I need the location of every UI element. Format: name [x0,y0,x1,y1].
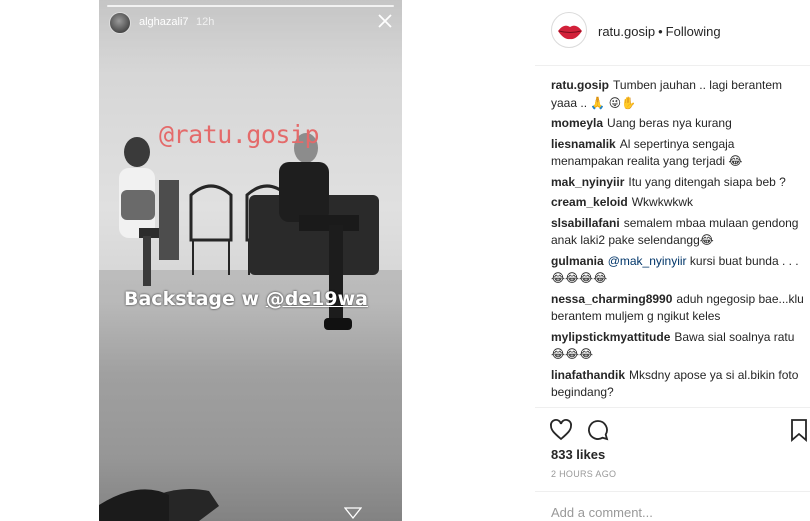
comment-username[interactable]: gulmania [551,254,604,268]
comment-username[interactable]: liesnamalik [551,137,616,151]
header-separator: • [658,24,663,39]
story-progress-bar [107,5,394,7]
story-avatar[interactable] [109,12,131,34]
likes-count[interactable]: 833 likes [551,447,605,462]
story-caption-text: Backstage w [124,288,266,310]
comment-username[interactable]: nessa_charming8990 [551,292,672,306]
comment-item: ratu.gosip Tumben jauhan .. lagi berantem… [551,77,810,112]
comment-text: Itu yang ditengah siapa beb ? [628,174,786,189]
heart-icon[interactable] [549,418,573,442]
comment-text: Wkwkwkwk [631,195,694,209]
comment-item: mak_nyinyiir Itu yang ditengah siapa beb … [551,174,810,192]
comment-username[interactable]: mylipstickmyattitude [551,330,670,344]
page-margin [0,0,99,521]
header-username[interactable]: ratu.gosip [598,24,655,39]
lips-logo-icon [558,25,582,40]
story-time: 12h [196,16,215,28]
comment-item: gulmania @mak_nyinyiir kursi buat bunda .… [551,253,810,288]
comment-username[interactable]: ratu.gosip [551,78,609,92]
comment-username[interactable]: linafathandik [551,368,625,382]
close-icon[interactable] [376,12,394,30]
post-header: ratu.gosip • Following [535,0,810,66]
comment-username[interactable]: momeyla [551,116,603,130]
comment-username[interactable]: slsabillafani [551,216,620,230]
comment-item: mylipstickmyattitude Bawa sial soalnya ra… [551,329,810,364]
comment-text: Uang beras nya kurang [607,116,732,130]
story-caption: Backstage w @de19wa [124,288,368,310]
backstage-scene [99,0,402,521]
bookmark-icon[interactable] [787,418,810,442]
comment-item: liesnamalik Al sepertinya sengaja menampa… [551,136,810,171]
add-comment-input[interactable] [551,502,791,521]
instagram-post-page: alghazali7 12h @ratu.gosip Backstage w @… [0,0,810,521]
story-username[interactable]: alghazali7 [139,16,189,28]
comment-item: slsabillafani semalem mbaa mulaan gendong… [551,215,810,250]
story-caption-mention: @de19wa [265,288,368,310]
comment-item: cream_keloid Wkwkwkwk [551,194,810,212]
post-timestamp: 2 HOURS AGO [551,469,617,479]
following-button[interactable]: Following [666,24,721,39]
comment-mention[interactable]: @mak_nyinyiir [608,254,687,268]
comments-list[interactable]: ratu.gosip Tumben jauhan .. lagi berantem… [551,77,810,407]
watermark-text: @ratu.gosip [159,120,320,149]
post-sidebar: ratu.gosip • Following ratu.gosip Tumben ja… [535,0,810,521]
comment-bubble-icon[interactable] [586,418,610,442]
post-actions: 833 likes 2 HOURS AGO [535,407,810,521]
header-user-line: ratu.gosip • Following [598,24,721,39]
profile-avatar[interactable] [551,12,587,48]
comment-username[interactable]: cream_keloid [551,195,628,209]
divider [535,491,810,492]
post-image[interactable]: alghazali7 12h @ratu.gosip Backstage w @… [99,0,402,521]
comment-item: linafathandik Mksdny apose ya si al.bikin… [551,367,810,402]
send-icon[interactable] [344,507,362,519]
comment-username[interactable]: mak_nyinyiir [551,175,624,189]
comment-item: momeyla Uang beras nya kurang [551,115,810,133]
comment-item: nessa_charming8990 aduh ngegosip bae...kl… [551,291,810,326]
